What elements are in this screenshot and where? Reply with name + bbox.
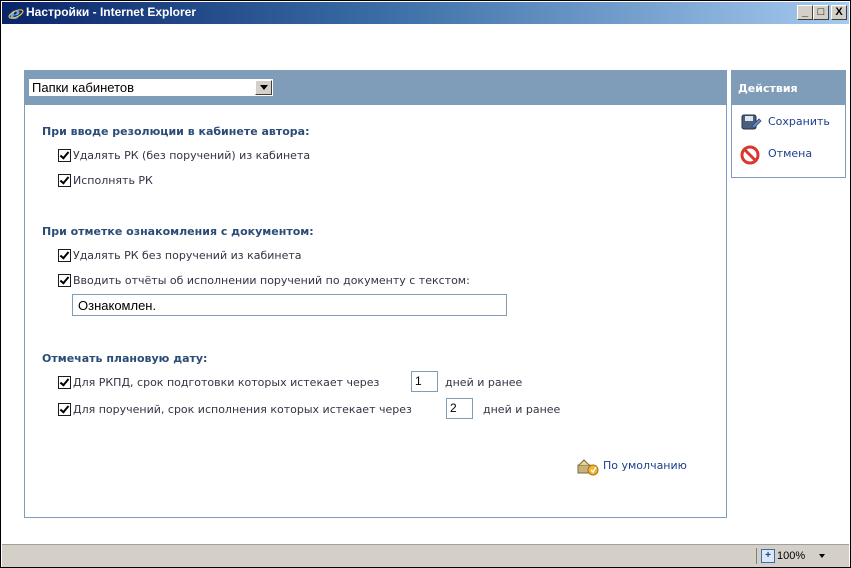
checkbox-delete-rk-resolution[interactable] [58,149,71,162]
internet-explorer-icon: e [8,5,24,21]
checkbox-delete-rk-ack[interactable] [58,249,71,262]
chevron-down-icon[interactable] [819,554,825,558]
title-bar: e Настройки - Internet Explorer _ □ X [2,2,849,24]
actions-panel: Действия Сохранить Отмена [731,70,846,178]
reset-defaults-icon[interactable] [577,458,599,476]
settings-panel: Папки кабинетов При вводе резолюции в ка… [24,70,727,518]
minimize-button[interactable]: _ [797,5,813,20]
report-text-input[interactable]: Ознакомлен. [72,294,507,316]
option-label: Исполнять РК [73,174,153,187]
maximize-button[interactable]: □ [813,5,829,20]
save-button[interactable]: Сохранить [768,115,830,128]
cancel-icon[interactable] [740,145,762,165]
section-title-planned-date: Отмечать плановую дату: [42,352,208,365]
option-label: Для РКПД, срок подготовки которых истека… [73,376,380,389]
section-title-resolution: При вводе резолюции в кабинете автора: [42,125,310,138]
report-text-value: Ознакомлен. [78,298,157,313]
actions-title: Действия [738,82,798,95]
close-button[interactable]: X [831,5,847,20]
reset-defaults-link[interactable]: По умолчанию [603,459,687,472]
option-label: Удалять РК (без поручений) из кабинета [73,149,311,162]
checkbox-enter-reports[interactable] [58,274,71,287]
zoom-control[interactable]: + 100% [756,548,843,564]
actions-header: Действия [732,71,845,105]
zoom-icon: + [761,549,775,563]
chevron-down-icon[interactable] [255,80,272,95]
status-bar: + 100% [2,544,849,567]
checkbox-orders-deadline[interactable] [58,403,71,416]
folder-select-value: Папки кабинетов [32,80,135,95]
save-icon[interactable] [740,113,762,131]
option-suffix: дней и ранее [483,403,561,416]
orders-days-value: 2 [450,401,457,415]
orders-days-input[interactable]: 2 [446,398,473,419]
option-label: Удалять РК без поручений из кабинета [73,249,302,262]
settings-panel-header: Папки кабинетов [25,71,726,105]
window-title: Настройки - Internet Explorer [26,5,196,19]
checkbox-execute-rk[interactable] [58,174,71,187]
browser-window: e Настройки - Internet Explorer _ □ X Па… [0,0,851,568]
rkpd-days-input[interactable]: 1 [411,371,438,392]
folder-select[interactable]: Папки кабинетов [28,78,274,97]
option-suffix: дней и ранее [445,376,523,389]
checkbox-rkpd-deadline[interactable] [58,376,71,389]
option-label: Для поручений, срок исполнения которых и… [73,403,412,416]
cancel-button[interactable]: Отмена [768,147,812,160]
option-label: Вводить отчёты об исполнении поручений п… [73,274,470,287]
section-title-acknowledgement: При отметке ознакомления с документом: [42,225,314,238]
rkpd-days-value: 1 [415,374,422,388]
zoom-level: 100% [777,550,806,562]
